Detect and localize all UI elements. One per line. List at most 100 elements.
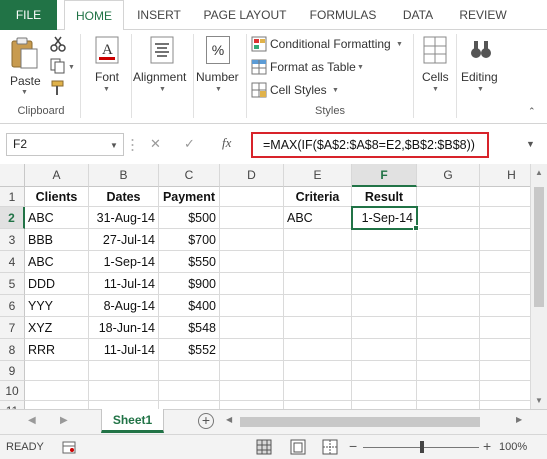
cell-styles-button[interactable]: Cell Styles ▼ [251, 80, 345, 100]
column-header-e[interactable]: E [284, 164, 352, 187]
row-header-1[interactable]: 1 [0, 187, 25, 207]
tab-page-layout[interactable]: PAGE LAYOUT [196, 0, 294, 30]
column-header-c[interactable]: C [159, 164, 220, 187]
page-break-preview-icon[interactable] [322, 439, 338, 455]
cell-h6[interactable] [480, 295, 530, 317]
cell-a4[interactable]: ABC [25, 251, 89, 273]
horizontal-scroll-thumb[interactable] [240, 417, 480, 427]
row-header-11[interactable]: 11 [0, 401, 25, 409]
scroll-left-icon[interactable]: ◀ [226, 415, 232, 424]
cell-d2[interactable] [220, 207, 284, 229]
row-header-3[interactable]: 3 [0, 229, 25, 251]
cell-a1[interactable]: Clients [25, 187, 89, 207]
cell-b10[interactable] [89, 381, 159, 401]
row-header-5[interactable]: 5 [0, 273, 25, 295]
cell-e5[interactable] [284, 273, 352, 295]
cell-f1[interactable]: Result [352, 187, 417, 207]
zoom-slider-thumb[interactable] [420, 441, 424, 453]
format-as-table-button[interactable]: Format as Table ▼ [251, 57, 369, 77]
cell-h11[interactable] [480, 401, 530, 409]
vertical-scrollbar[interactable]: ▲ ▼ [530, 164, 547, 409]
sheet-tab-sheet1[interactable]: Sheet1 [101, 409, 164, 433]
tab-file[interactable]: FILE [0, 0, 57, 30]
cell-a11[interactable] [25, 401, 89, 409]
row-header-6[interactable]: 6 [0, 295, 25, 317]
number-button[interactable]: % Number ▼ [195, 34, 243, 100]
cut-icon[interactable] [50, 36, 66, 52]
horizontal-scrollbar[interactable]: ◀ ▶ [226, 415, 526, 429]
cell-g9[interactable] [417, 361, 480, 381]
cell-c2[interactable]: $500 [159, 207, 220, 229]
row-header-2[interactable]: 2 [0, 207, 25, 229]
tab-home[interactable]: HOME [64, 0, 124, 31]
cell-d8[interactable] [220, 339, 284, 361]
cell-a5[interactable]: DDD [25, 273, 89, 295]
macro-recording-icon[interactable] [62, 441, 76, 454]
column-header-f[interactable]: F [352, 164, 417, 187]
cancel-entry-icon[interactable]: ✕ [150, 136, 161, 152]
cell-c9[interactable] [159, 361, 220, 381]
cell-c3[interactable]: $700 [159, 229, 220, 251]
tab-review[interactable]: REVIEW [450, 0, 516, 30]
scroll-down-icon[interactable]: ▼ [535, 396, 543, 405]
editing-button[interactable]: Editing ▼ [458, 34, 504, 100]
cell-d4[interactable] [220, 251, 284, 273]
cell-h9[interactable] [480, 361, 530, 381]
cell-c10[interactable] [159, 381, 220, 401]
column-header-h[interactable]: H [480, 164, 530, 187]
column-header-d[interactable]: D [220, 164, 284, 187]
row-header-7[interactable]: 7 [0, 317, 25, 339]
next-sheet-icon[interactable]: ▶ [60, 415, 68, 426]
cell-f5[interactable] [352, 273, 417, 295]
column-header-a[interactable]: A [25, 164, 89, 187]
zoom-out-icon[interactable]: − [349, 438, 357, 454]
cell-h1[interactable] [480, 187, 530, 207]
cell-e1[interactable]: Criteria [284, 187, 352, 207]
scroll-up-icon[interactable]: ▲ [535, 168, 543, 177]
cell-e9[interactable] [284, 361, 352, 381]
cell-g3[interactable] [417, 229, 480, 251]
cell-f3[interactable] [352, 229, 417, 251]
cell-b9[interactable] [89, 361, 159, 381]
cell-g2[interactable] [417, 207, 480, 229]
cell-g5[interactable] [417, 273, 480, 295]
cell-g8[interactable] [417, 339, 480, 361]
cell-g6[interactable] [417, 295, 480, 317]
cell-h4[interactable] [480, 251, 530, 273]
cell-f11[interactable] [352, 401, 417, 409]
enter-entry-icon[interactable]: ✓ [184, 136, 195, 152]
cell-a10[interactable] [25, 381, 89, 401]
cell-b2[interactable]: 31-Aug-14 [89, 207, 159, 229]
cell-a9[interactable] [25, 361, 89, 381]
normal-view-icon[interactable] [256, 439, 272, 455]
cell-b5[interactable]: 11-Jul-14 [89, 273, 159, 295]
cell-g1[interactable] [417, 187, 480, 207]
cell-b4[interactable]: 1-Sep-14 [89, 251, 159, 273]
cell-d7[interactable] [220, 317, 284, 339]
cell-f4[interactable] [352, 251, 417, 273]
cell-a8[interactable]: RRR [25, 339, 89, 361]
cell-a3[interactable]: BBB [25, 229, 89, 251]
cell-h10[interactable] [480, 381, 530, 401]
cell-g4[interactable] [417, 251, 480, 273]
cell-b7[interactable]: 18-Jun-14 [89, 317, 159, 339]
worksheet-grid[interactable]: A B C D E F G H 1 2 3 4 5 6 7 8 9 10 11 … [0, 164, 530, 409]
name-box[interactable]: F2 [6, 133, 124, 156]
cell-f7[interactable] [352, 317, 417, 339]
cell-e3[interactable] [284, 229, 352, 251]
cell-h8[interactable] [480, 339, 530, 361]
cell-a7[interactable]: XYZ [25, 317, 89, 339]
cells-button[interactable]: Cells ▼ [416, 34, 454, 100]
cell-b8[interactable]: 11-Jul-14 [89, 339, 159, 361]
cell-f8[interactable] [352, 339, 417, 361]
column-header-g[interactable]: G [417, 164, 480, 187]
zoom-level[interactable]: 100% [499, 441, 527, 453]
cell-e11[interactable] [284, 401, 352, 409]
cell-c5[interactable]: $900 [159, 273, 220, 295]
conditional-formatting-button[interactable]: Conditional Formatting ▼ [251, 34, 409, 54]
cell-d5[interactable] [220, 273, 284, 295]
cell-d10[interactable] [220, 381, 284, 401]
cell-g11[interactable] [417, 401, 480, 409]
zoom-in-icon[interactable]: + [483, 438, 491, 454]
cell-a6[interactable]: YYY [25, 295, 89, 317]
